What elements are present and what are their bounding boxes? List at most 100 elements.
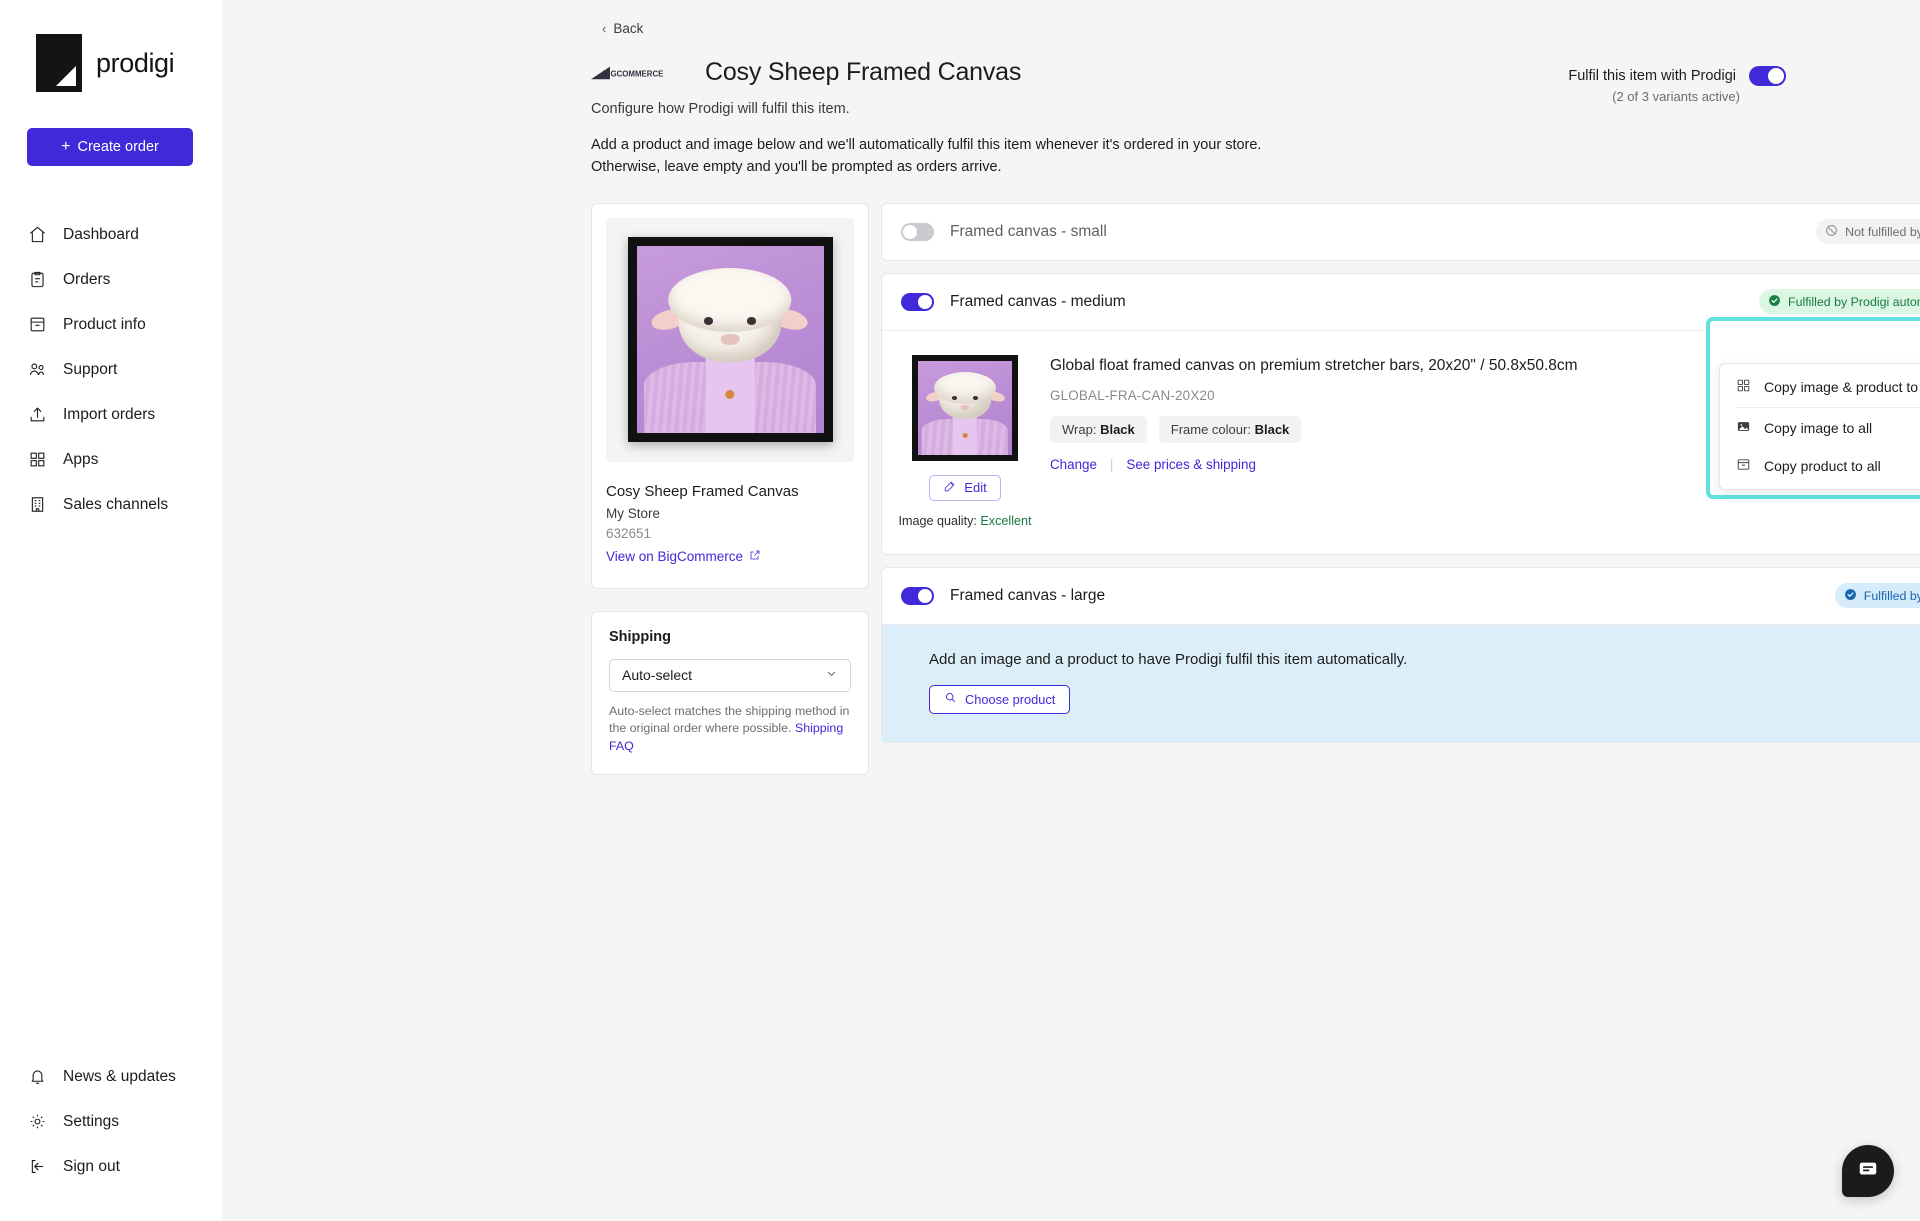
fulfil-item-toggle[interactable] <box>1749 66 1786 86</box>
chevron-down-icon <box>825 667 838 683</box>
menu-item-label: Copy image & product to all <box>1764 378 1920 395</box>
sheep-artwork-thumb <box>918 360 1012 455</box>
status-badge-small: Not fulfilled by Prodigi <box>1816 219 1920 244</box>
menu-item-label: Copy image to all <box>1764 419 1873 436</box>
image-quality-label: Image quality: <box>898 513 977 528</box>
sidebar-label: Import orders <box>63 405 156 423</box>
variant-name-medium: Framed canvas - medium <box>950 292 1126 310</box>
status-badge-label: Fulfilled by Prodigi automatically <box>1788 294 1920 309</box>
sidebar-item-settings[interactable]: Settings <box>0 1099 222 1144</box>
variant-attribute-chips: Wrap: Black Frame colour: Black <box>1050 415 1610 443</box>
menu-item-copy-product[interactable]: Copy product to all <box>1720 447 1920 485</box>
shipping-method-select[interactable]: Auto-select <box>609 658 851 692</box>
pencil-square-icon <box>943 480 956 496</box>
sidebar-item-apps[interactable]: Apps <box>0 437 222 482</box>
content-columns: Cosy Sheep Framed Canvas My Store 632651… <box>591 202 1920 776</box>
sidebar-label: Orders <box>63 270 111 288</box>
page-blurb-line-1: Add a product and image below and we'll … <box>591 137 1262 153</box>
chip-frame-colour: Frame colour: Black <box>1158 415 1302 443</box>
chat-widget-button[interactable] <box>1842 1145 1894 1197</box>
sidebar-label: Product info <box>63 315 146 333</box>
upload-icon <box>27 405 47 425</box>
view-on-bigcommerce-label: View on BigCommerce <box>606 548 744 564</box>
grid-icon <box>27 450 47 470</box>
variant-links: Change | See prices & shipping <box>1050 457 1610 472</box>
create-order-button[interactable]: + Create order <box>27 128 193 166</box>
sidebar-item-dashboard[interactable]: Dashboard <box>0 212 222 257</box>
clipboard-icon <box>27 270 47 290</box>
status-badge-large: Fulfilled by Prodigi <box>1834 583 1920 608</box>
shipping-card: Shipping Auto-select Auto-select matches… <box>591 610 869 776</box>
chevron-left-icon: ‹ <box>602 21 607 36</box>
bell-icon <box>27 1067 47 1087</box>
sidebar-label: Sign out <box>63 1157 120 1175</box>
product-image-preview <box>606 217 854 462</box>
menu-item-label: Copy product to all <box>1764 457 1881 474</box>
create-order-label: Create order <box>77 139 159 155</box>
status-badge-label: Fulfilled by Prodigi <box>1863 588 1920 603</box>
menu-item-copy-image[interactable]: Copy image to all <box>1720 409 1920 447</box>
view-on-bigcommerce-link[interactable]: View on BigCommerce <box>606 549 761 564</box>
search-icon <box>944 691 957 707</box>
sidebar: prodigi + Create order Dashboard Orders <box>0 0 222 1221</box>
main-content: ‹ Back BIGCOMMERCE Cosy Sheep Framed Can… <box>222 0 1920 1221</box>
shipping-method-value: Auto-select <box>622 667 693 683</box>
variant-header-large: Framed canvas - large Fulfilled by Prodi… <box>882 568 1920 624</box>
see-prices-shipping-link[interactable]: See prices & shipping <box>1126 457 1256 472</box>
variant-empty-state-large: Add an image and a product to have Prodi… <box>882 623 1920 742</box>
choose-product-button[interactable]: Choose product <box>929 684 1071 714</box>
bigcommerce-logo-icon: BIGCOMMERCE <box>591 62 691 84</box>
product-sku: 632651 <box>606 525 652 541</box>
variant-body-medium: Edit Image quality: Excellent Global flo… <box>882 316 1920 554</box>
sidebar-item-import-orders[interactable]: Import orders <box>0 392 222 437</box>
menu-divider <box>1736 406 1920 408</box>
brand-name: prodigi <box>96 47 175 78</box>
sidebar-label: Apps <box>63 450 99 468</box>
fulfil-item-toggle-group: Fulfil this item with Prodigi (2 of 3 va… <box>1568 66 1786 104</box>
sidebar-item-sign-out[interactable]: Sign out <box>0 1144 222 1189</box>
status-badge-label: Not fulfilled by Prodigi <box>1845 224 1920 239</box>
variant-toggle-large[interactable] <box>901 586 934 605</box>
variant-toggle-small[interactable] <box>901 222 934 241</box>
sidebar-item-orders[interactable]: Orders <box>0 257 222 302</box>
edit-image-button[interactable]: Edit <box>929 474 1001 501</box>
svg-text:BIGCOMMERCE: BIGCOMMERCE <box>603 69 664 78</box>
back-button[interactable]: ‹ Back <box>602 21 643 36</box>
product-store: My Store <box>606 505 661 521</box>
left-column: Cosy Sheep Framed Canvas My Store 632651… <box>591 202 869 776</box>
variant-toggle-medium[interactable] <box>901 292 934 311</box>
sidebar-item-support[interactable]: Support <box>0 347 222 392</box>
sidebar-label: Sales channels <box>63 495 169 513</box>
variant-header-small: Framed canvas - small Not fulfilled by P… <box>882 204 1920 260</box>
brand-logo[interactable]: prodigi <box>0 0 222 92</box>
right-column: Framed canvas - small Not fulfilled by P… <box>881 202 1920 755</box>
plus-icon: + <box>61 138 71 155</box>
chip-wrap: Wrap: Black <box>1050 415 1147 443</box>
empty-state-text: Add an image and a product to have Prodi… <box>929 650 1408 668</box>
sidebar-item-news-updates[interactable]: News & updates <box>0 1054 222 1099</box>
link-separator: | <box>1109 456 1114 472</box>
sheep-artwork <box>636 246 824 433</box>
sidebar-item-product-info[interactable]: Product info <box>0 302 222 347</box>
back-label: Back <box>613 21 644 36</box>
users-icon <box>27 360 47 380</box>
image-quality-text: Image quality: Excellent <box>899 514 1032 528</box>
variant-name-small: Framed canvas - small <box>950 222 1107 240</box>
grid-icon <box>1736 378 1751 396</box>
change-product-link[interactable]: Change <box>1050 457 1097 472</box>
menu-item-copy-image-and-product[interactable]: Copy image & product to all <box>1720 368 1920 406</box>
image-quality-value: Excellent <box>980 513 1032 528</box>
variant-product-info: Global float framed canvas on premium st… <box>1050 355 1610 528</box>
gear-icon <box>27 1112 47 1132</box>
status-badge-medium: Fulfilled by Prodigi automatically <box>1759 289 1920 314</box>
variant-name-large: Framed canvas - large <box>950 586 1106 604</box>
variant-image-column: Edit Image quality: Excellent <box>899 354 1032 528</box>
overflow-menu-highlight: ··· Copy image & product to all <box>1706 316 1920 499</box>
page-title: Cosy Sheep Framed Canvas <box>705 58 1022 86</box>
variant-panel-medium: Framed canvas - medium Fulfilled by Prod… <box>881 272 1920 555</box>
variant-thumbnail <box>912 354 1018 461</box>
shipping-title: Shipping <box>609 628 672 645</box>
prodigi-logo-icon <box>36 34 82 92</box>
sidebar-item-sales-channels[interactable]: Sales channels <box>0 482 222 527</box>
sidebar-label: Dashboard <box>63 225 139 243</box>
